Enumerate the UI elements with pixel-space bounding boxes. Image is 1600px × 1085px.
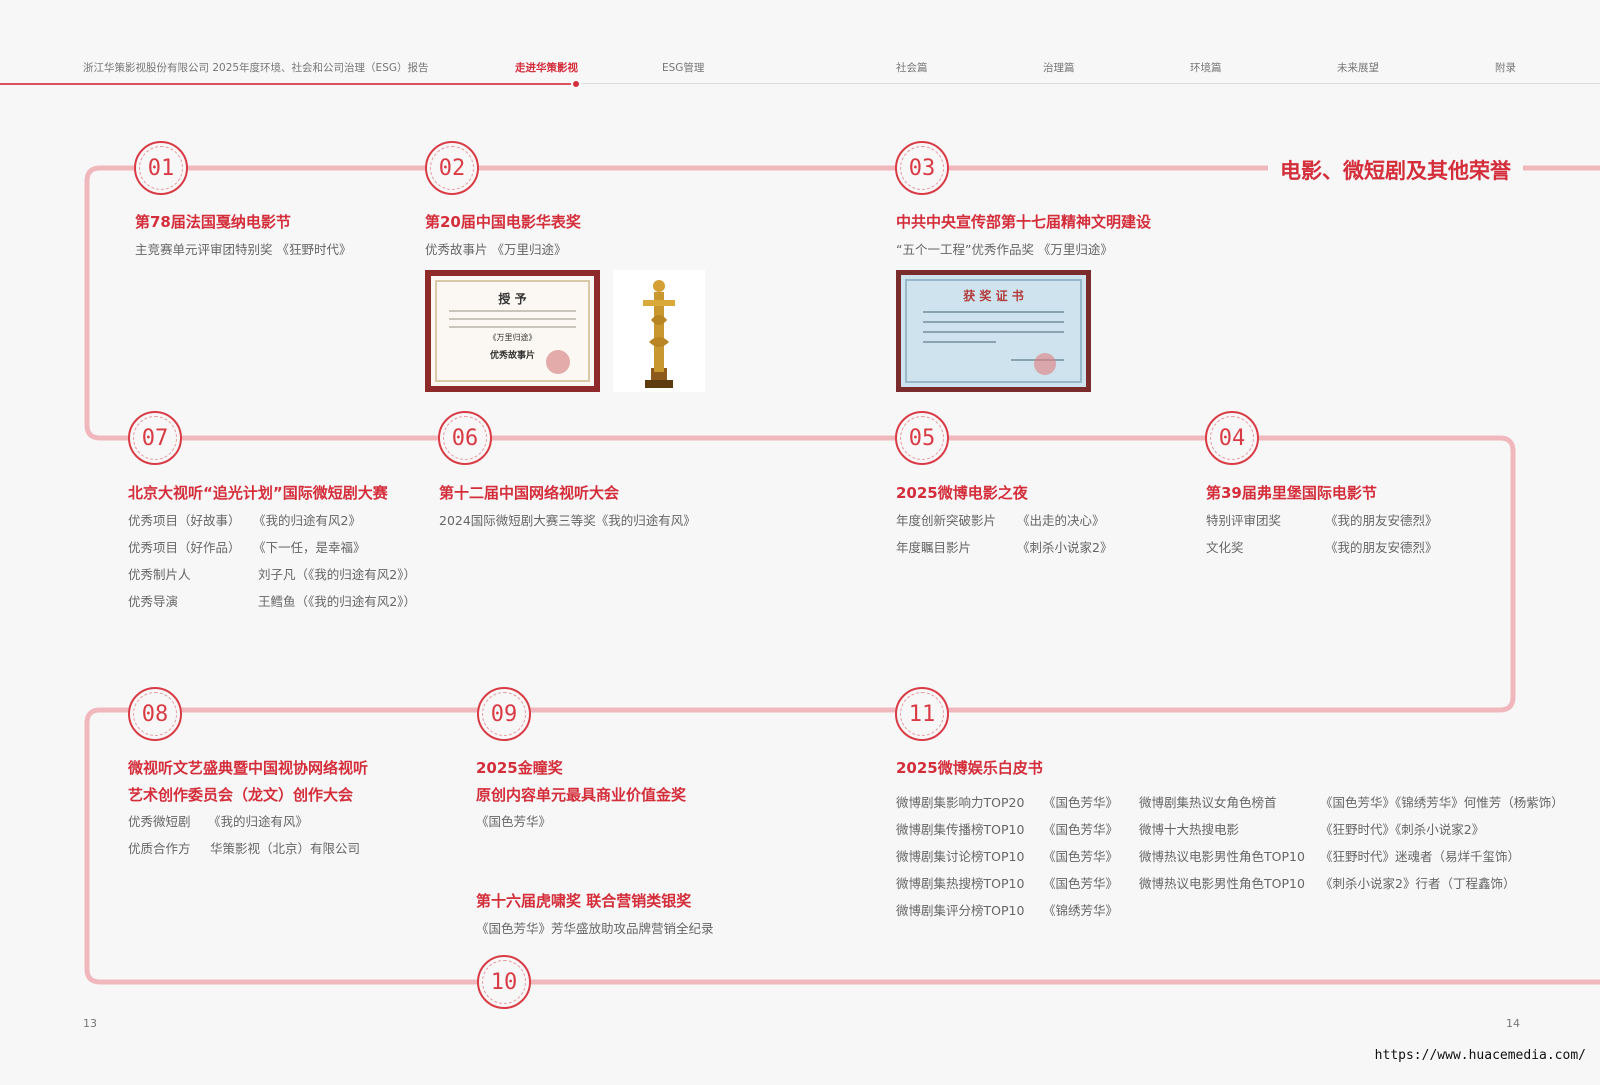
award-05-row-1-value: 《出走的决心》	[1017, 513, 1105, 528]
award-08-row-1-label: 优秀微短剧	[128, 814, 191, 829]
badge-08: 08	[128, 687, 182, 741]
award-11-right-1-value: 《国色芳华》《锦绣芳华》何惟芳（杨紫饰）	[1320, 795, 1564, 810]
award-title-09-line-1: 2025金瞳奖	[476, 759, 563, 777]
award-11-left-5-label: 微博剧集评分榜TOP10	[896, 903, 1025, 918]
award-11-right-4-label: 微博热议电影男性角色TOP10	[1139, 876, 1305, 891]
award-04-row-1-value: 《我的朋友安德烈》	[1325, 513, 1438, 528]
badge-09: 09	[477, 687, 531, 741]
award-11-left-3-label: 微博剧集讨论榜TOP10	[896, 849, 1025, 864]
award-title-04: 第39届弗里堡国际电影节	[1206, 484, 1377, 502]
award-11-left-1-value: 《国色芳华》	[1043, 795, 1119, 810]
award-line-06: 2024国际微短剧大赛三等奖《我的归途有风》	[439, 513, 696, 528]
award-11-right-2-value: 《狂野时代》《刺杀小说家2》	[1320, 822, 1485, 837]
award-07-row-3-label: 优秀制片人	[128, 567, 191, 582]
award-title-02: 第20届中国电影华表奖	[425, 213, 581, 231]
award-11-left-1-label: 微博剧集影响力TOP20	[896, 795, 1025, 810]
website-url[interactable]: https://www.huacemedia.com/	[1375, 1048, 1586, 1063]
award-11-left-2-label: 微博剧集传播榜TOP10	[896, 822, 1025, 837]
section-title: 电影、微短剧及其他荣誉	[1268, 155, 1523, 185]
award-11-right-3-value: 《狂野时代》迷魂者（易烊千玺饰）	[1320, 849, 1521, 864]
award-title-09-line-2: 原创内容单元最具商业价值金奖	[476, 786, 687, 804]
badge-04: 04	[1205, 411, 1259, 465]
award-11-right-2-label: 微博十大热搜电影	[1139, 822, 1240, 837]
award-04-row-1-label: 特别评审团奖	[1206, 513, 1282, 528]
award-line-01: 主竞赛单元评审团特别奖 《狂野时代》	[135, 242, 352, 257]
badge-05: 05	[895, 411, 949, 465]
award-04-row-2-label: 文化奖	[1206, 540, 1244, 555]
award-04-row-2-value: 《我的朋友安德烈》	[1325, 540, 1438, 555]
badge-02: 02	[425, 141, 479, 195]
award-line-02: 优秀故事片 《万里归途》	[425, 242, 567, 257]
trophy-image	[613, 270, 705, 392]
badge-06: 06	[438, 411, 492, 465]
award-title-06: 第十二届中国网络视听大会	[439, 484, 620, 502]
award-05-row-2-value: 《刺杀小说家2》	[1017, 540, 1113, 555]
award-11-left-5-value: 《锦绣芳华》	[1043, 903, 1119, 918]
award-11-right-4-value: 《刺杀小说家2》行者（丁程鑫饰）	[1320, 876, 1516, 891]
award-05-row-1-label: 年度创新突破影片	[896, 513, 997, 528]
award-title-07: 北京大视听“追光计划”国际微短剧大赛	[128, 484, 388, 502]
award-08-row-2-label: 优质合作方	[128, 841, 191, 856]
award-07-row-1-value: 《我的归途有风2》	[253, 513, 361, 528]
award-11-left-3-value: 《国色芳华》	[1043, 849, 1119, 864]
award-title-10: 第十六届虎啸奖 联合营销类银奖	[476, 892, 692, 910]
award-title-08-line-1: 微视听文艺盛典暨中国视协网络视听	[128, 759, 369, 777]
award-line-03: “五个一工程”优秀作品奖 《万里归途》	[896, 242, 1113, 257]
badge-03: 03	[895, 141, 949, 195]
award-title-08-line-2: 艺术创作委员会（龙文）创作大会	[128, 786, 354, 804]
award-title-11: 2025微博娱乐白皮书	[896, 759, 1043, 777]
award-11-left-4-value: 《国色芳华》	[1043, 876, 1119, 891]
badge-11: 11	[895, 687, 949, 741]
award-07-row-4-label: 优秀导演	[128, 594, 179, 609]
award-title-05: 2025微博电影之夜	[896, 484, 1028, 502]
award-07-row-4-value: 王鳕鱼（《我的归途有风2》）	[258, 594, 416, 609]
award-08-row-2-value: 华策影视（北京）有限公司	[210, 841, 361, 856]
badge-10: 10	[477, 955, 531, 1009]
award-11-left-2-value: 《国色芳华》	[1043, 822, 1119, 837]
award-11-right-3-label: 微博热议电影男性角色TOP10	[1139, 849, 1305, 864]
award-title-03: 中共中央宣传部第十七届精神文明建设	[896, 213, 1152, 231]
award-07-row-1-label: 优秀项目（好故事）	[128, 513, 241, 528]
award-08-row-1-value: 《我的归途有风》	[208, 814, 309, 829]
award-07-row-2-label: 优秀项目（好作品）	[128, 540, 241, 555]
award-line-09: 《国色芳华》	[476, 814, 552, 829]
page-number-right: 14	[1506, 1017, 1520, 1030]
award-07-row-2-value: 《下一任，是幸福》	[253, 540, 366, 555]
badge-01: 01	[134, 141, 188, 195]
page-number-left: 13	[83, 1017, 97, 1030]
award-05-row-2-label: 年度瞩目影片	[896, 540, 972, 555]
certificate-image-wugeyi: 获 奖 证 书	[896, 270, 1091, 392]
award-07-row-3-value: 刘子凡（《我的归途有风2》）	[258, 567, 416, 582]
badge-07: 07	[128, 411, 182, 465]
certificate-image-huabiao: 授 予 《万里归途》 优秀故事片	[425, 270, 600, 392]
award-11-right-1-label: 微博剧集热议女角色榜首	[1139, 795, 1277, 810]
award-line-10: 《国色芳华》芳华盛放助攻品牌营销全纪录	[476, 921, 714, 936]
award-11-left-4-label: 微博剧集热搜榜TOP10	[896, 876, 1025, 891]
award-title-01: 第78届法国戛纳电影节	[135, 213, 291, 231]
